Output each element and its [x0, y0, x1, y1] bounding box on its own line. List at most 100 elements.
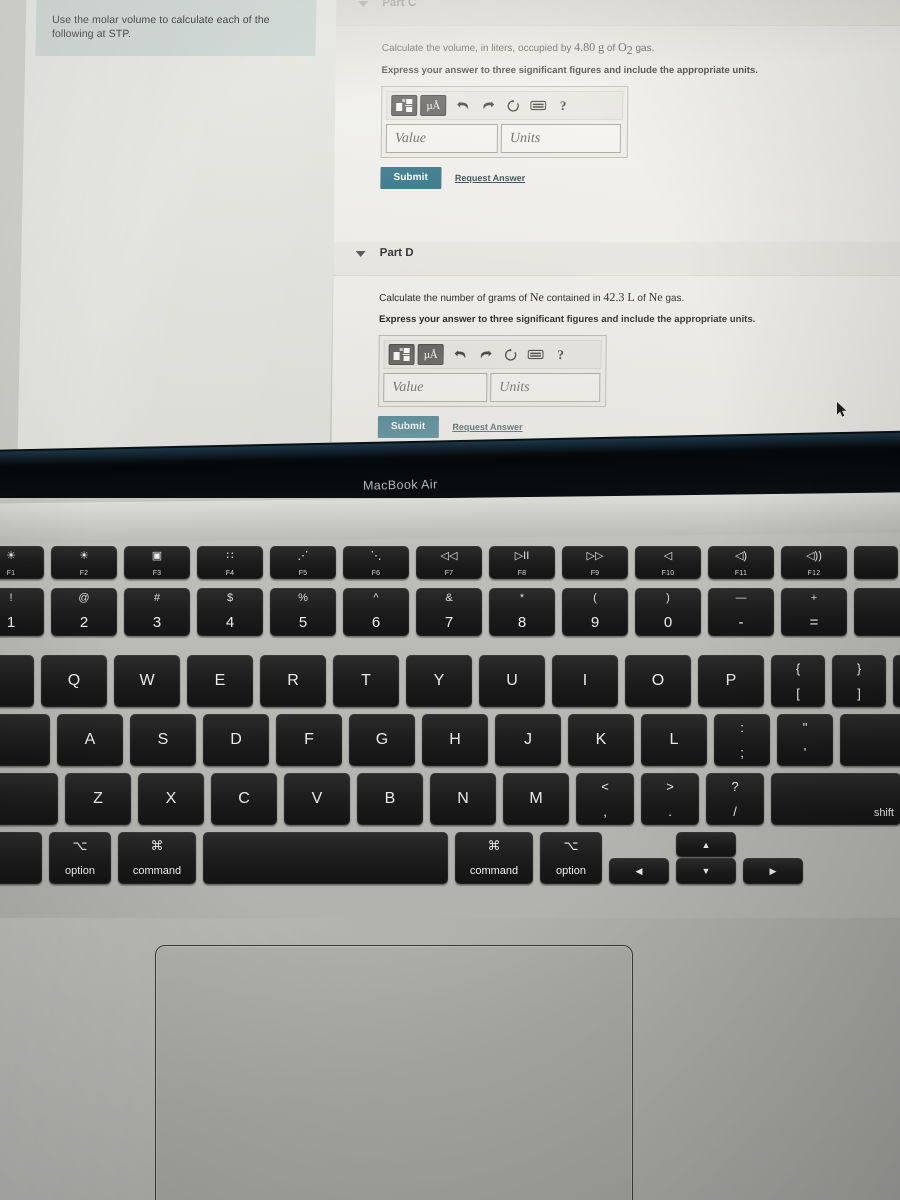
- key-1[interactable]: ! 1: [0, 588, 44, 636]
- key-bracket-left[interactable]: {[: [771, 655, 825, 707]
- key-8[interactable]: * 8: [489, 588, 555, 636]
- help-icon[interactable]: ?: [552, 95, 574, 117]
- key--[interactable]: — -: [708, 588, 774, 636]
- key-a[interactable]: A: [57, 714, 123, 766]
- part-c-header[interactable]: Part C: [336, 0, 900, 26]
- key-semicolon[interactable]: :;: [714, 714, 770, 766]
- key-arrow-down[interactable]: ▼: [676, 858, 736, 884]
- key-t[interactable]: T: [333, 655, 399, 707]
- key-f12[interactable]: ◁)) F12: [781, 546, 847, 579]
- key-5[interactable]: % 5: [270, 588, 336, 636]
- key-w[interactable]: W: [114, 655, 180, 707]
- template-icon[interactable]: [388, 344, 415, 365]
- key-space[interactable]: [203, 832, 448, 884]
- key-option-left[interactable]: ⌥ option: [49, 832, 111, 884]
- help-icon[interactable]: ?: [549, 344, 571, 366]
- key-m[interactable]: M: [503, 773, 569, 825]
- key-d[interactable]: D: [203, 714, 269, 766]
- part-d-request-answer-link[interactable]: Request Answer: [452, 422, 522, 432]
- trackpad[interactable]: [155, 945, 633, 1200]
- key-k[interactable]: K: [568, 714, 634, 766]
- key-f8[interactable]: ▷II F8: [489, 546, 555, 579]
- keyboard-icon[interactable]: [527, 95, 549, 117]
- key-delete[interactable]: delete: [854, 588, 900, 636]
- key-f9[interactable]: ▷▷ F9: [562, 546, 628, 579]
- key-option-right[interactable]: ⌥ option: [540, 832, 602, 884]
- redo-icon[interactable]: [477, 95, 499, 117]
- key-g[interactable]: G: [349, 714, 415, 766]
- key-arrow-left[interactable]: ◀: [609, 858, 669, 884]
- key-0[interactable]: ) 0: [635, 588, 701, 636]
- part-d-submit-button[interactable]: Submit: [377, 416, 439, 438]
- reset-icon[interactable]: [502, 95, 524, 117]
- key-f1[interactable]: ☀ F1: [0, 546, 44, 579]
- key-control[interactable]: [0, 832, 42, 884]
- units-micro-angstrom-button[interactable]: µÅ: [420, 95, 447, 116]
- part-d-units-input[interactable]: Units: [490, 373, 601, 402]
- key-7[interactable]: & 7: [416, 588, 482, 636]
- part-d-value-input[interactable]: Value: [383, 373, 488, 402]
- key-f2[interactable]: ☀ F2: [51, 546, 117, 579]
- key-shift-right[interactable]: shift: [771, 773, 900, 825]
- key-return[interactable]: return: [840, 714, 900, 766]
- key-4[interactable]: $4: [197, 588, 263, 636]
- key-r[interactable]: R: [260, 655, 326, 707]
- key-f3[interactable]: ▣ F3: [124, 546, 190, 579]
- key-comma[interactable]: <,: [576, 773, 634, 825]
- undo-icon[interactable]: [449, 344, 471, 366]
- redo-icon[interactable]: [474, 344, 496, 366]
- reset-icon[interactable]: [499, 344, 521, 366]
- key-f11[interactable]: ◁) F11: [708, 546, 774, 579]
- key-9[interactable]: (9: [562, 588, 628, 636]
- key-i[interactable]: I: [552, 655, 618, 707]
- chevron-down-icon[interactable]: [358, 1, 369, 7]
- key-2[interactable]: @2: [51, 588, 117, 636]
- key-caps-lock[interactable]: [0, 714, 50, 766]
- key-command-right[interactable]: ⌘ command: [455, 832, 533, 884]
- key-f10[interactable]: ◁ F10: [635, 546, 701, 579]
- key-q[interactable]: Q: [41, 655, 107, 707]
- key-f5[interactable]: ⋰ F5: [270, 546, 336, 579]
- key-power[interactable]: [854, 546, 898, 579]
- key-arrow-up[interactable]: ▲: [676, 832, 736, 857]
- key-b[interactable]: B: [357, 773, 423, 825]
- key-z[interactable]: Z: [65, 773, 131, 825]
- key-bracket-right[interactable]: }]: [832, 655, 886, 707]
- part-c-value-input[interactable]: Value: [385, 124, 499, 153]
- key-n[interactable]: N: [430, 773, 496, 825]
- key-=[interactable]: + =: [781, 588, 847, 636]
- part-c-request-answer-link[interactable]: Request Answer: [455, 173, 525, 183]
- key-f4[interactable]: ∷ F4: [197, 546, 263, 579]
- key-f7[interactable]: ◁◁ F7: [416, 546, 482, 579]
- template-icon[interactable]: [391, 95, 418, 116]
- key-s[interactable]: S: [130, 714, 196, 766]
- key-shift-left[interactable]: [0, 773, 58, 825]
- key-backslash[interactable]: |\: [893, 655, 900, 707]
- key-e[interactable]: E: [187, 655, 253, 707]
- key-c[interactable]: C: [211, 773, 277, 825]
- units-micro-angstrom-button[interactable]: µÅ: [417, 344, 444, 365]
- key-period[interactable]: >.: [641, 773, 699, 825]
- key-3[interactable]: #3: [124, 588, 190, 636]
- key-f[interactable]: F: [276, 714, 342, 766]
- key-u[interactable]: U: [479, 655, 545, 707]
- key-l[interactable]: L: [641, 714, 707, 766]
- key-command-left[interactable]: ⌘ command: [118, 832, 196, 884]
- key-x[interactable]: X: [138, 773, 204, 825]
- key-j[interactable]: J: [495, 714, 561, 766]
- key-p[interactable]: P: [698, 655, 764, 707]
- key-6[interactable]: ^ 6: [343, 588, 409, 636]
- keyboard-icon[interactable]: [524, 344, 546, 366]
- key-arrow-right[interactable]: ▶: [743, 858, 803, 884]
- key-y[interactable]: Y: [406, 655, 472, 707]
- key-h[interactable]: H: [422, 714, 488, 766]
- key-o[interactable]: O: [625, 655, 691, 707]
- key-f6[interactable]: ⋱ F6: [343, 546, 409, 579]
- undo-icon[interactable]: [452, 95, 474, 117]
- part-d-header[interactable]: Part D: [333, 242, 900, 276]
- part-c-submit-button[interactable]: Submit: [380, 167, 442, 189]
- chevron-down-icon[interactable]: [355, 251, 366, 257]
- key-tab[interactable]: [0, 655, 34, 707]
- key-quote[interactable]: " ': [777, 714, 833, 766]
- key-v[interactable]: V: [284, 773, 350, 825]
